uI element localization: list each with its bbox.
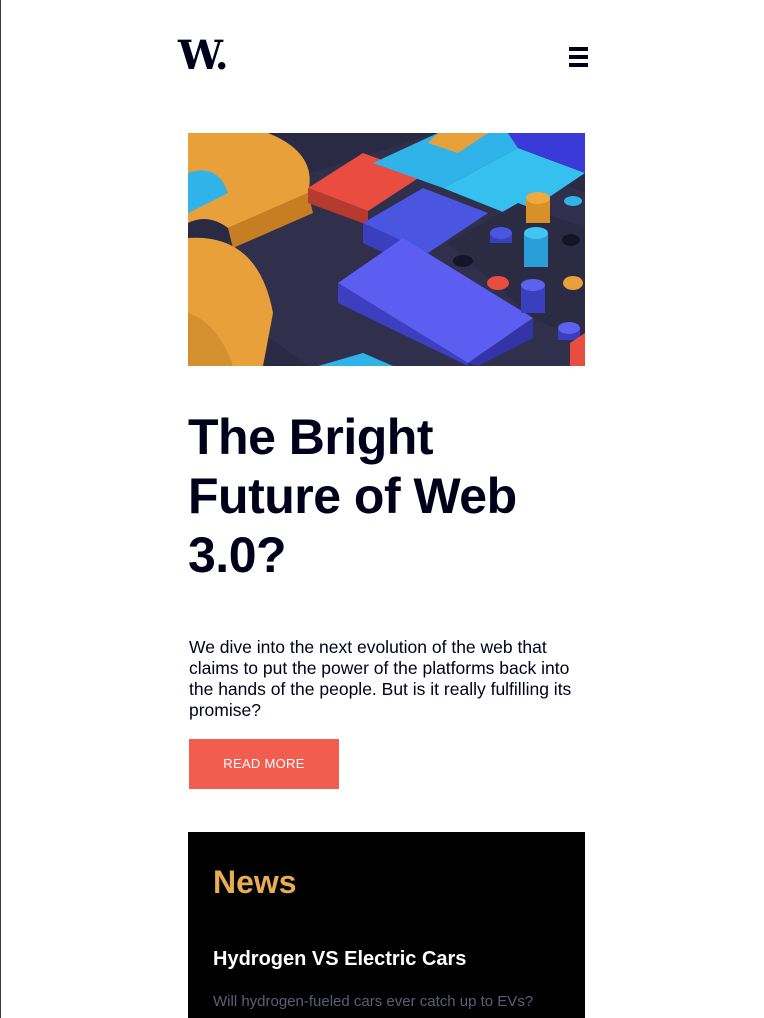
article-title: The Bright Future of Web 3.0? [188, 409, 517, 583]
site-logo[interactable]: W. [178, 36, 229, 76]
menu-bar [569, 47, 588, 51]
menu-bar [569, 55, 588, 59]
hero-image [188, 133, 585, 366]
hamburger-menu-icon[interactable] [569, 47, 588, 68]
news-item-title[interactable]: Hydrogen VS Electric Cars [213, 946, 466, 972]
page: W. The Bright Future of Web 3.0? We dive… [0, 0, 764, 1018]
news-heading: News [213, 864, 297, 900]
article-description: We dive into the next evolution of the w… [189, 637, 572, 720]
news-panel: News Hydrogen VS Electric Cars Will hydr… [188, 832, 585, 1018]
menu-bar [569, 63, 588, 67]
read-more-button[interactable]: READ MORE [189, 739, 339, 789]
news-item-description: Will hydrogen-fueled cars ever catch up … [213, 993, 534, 1010]
